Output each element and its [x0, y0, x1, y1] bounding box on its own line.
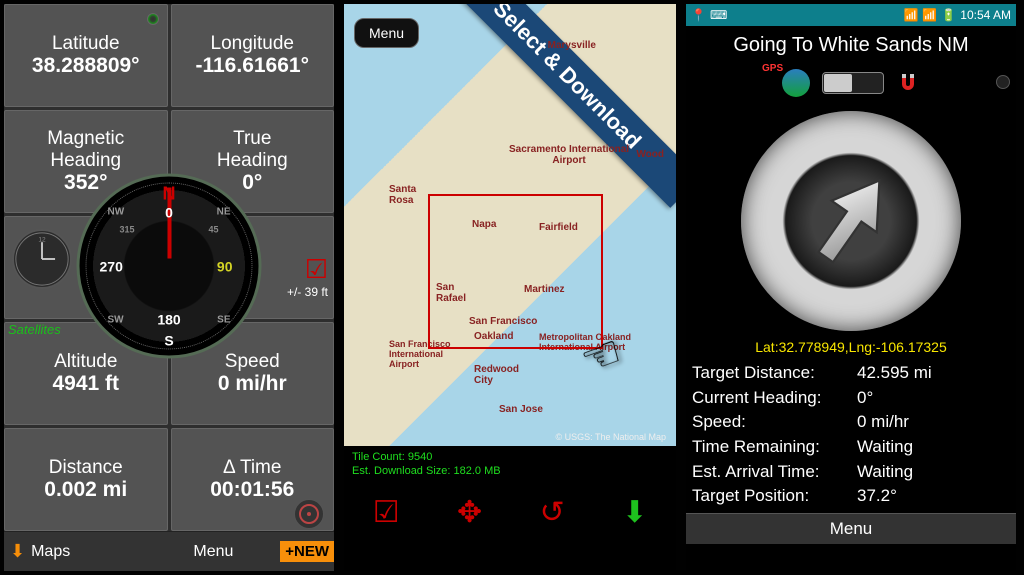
compass-0: 0: [165, 205, 173, 221]
wifi-icon: 📶: [903, 8, 918, 22]
longitude-value: -116.61661°: [195, 54, 309, 78]
steering-wheel-icon[interactable]: [294, 499, 324, 529]
latlng-readout: Lat:32.778949,Lng:-106.17325: [686, 335, 1016, 359]
compass-45: 45: [208, 225, 218, 235]
magnet-icon[interactable]: [896, 71, 920, 95]
led-indicator: [147, 13, 159, 25]
row-time-remaining: Time Remaining:Waiting: [692, 435, 1010, 460]
map-canvas[interactable]: Menu Select & Download Marysville Wood S…: [344, 4, 676, 484]
row-target-distance: Target Distance:42.595 mi: [692, 361, 1010, 386]
row-speed: Speed:0 mi/hr: [692, 410, 1010, 435]
analog-clock-icon[interactable]: 12: [12, 229, 72, 289]
status-time: 10:54 AM: [960, 8, 1011, 22]
compass-180: 180: [157, 312, 180, 328]
nav-stats: Target Distance:42.595 mi Current Headin…: [686, 359, 1016, 513]
download-size: Est. Download Size: 182.0 MB: [352, 464, 668, 478]
signal-icon: 📶: [922, 8, 937, 22]
accuracy-block[interactable]: ☑ +/- 39 ft: [287, 254, 328, 299]
select-download-ribbon: Select & Download: [434, 4, 676, 208]
cell-latitude[interactable]: Latitude 38.288809°: [4, 4, 168, 107]
mode-toggle[interactable]: [822, 72, 884, 94]
status-bar: 📍 ⌨ 📶 📶 🔋 10:54 AM: [686, 4, 1016, 26]
speed-value: 0 mi/hr: [218, 372, 287, 396]
compass-nw: NW: [108, 207, 125, 218]
true-heading-label: True Heading: [217, 128, 288, 172]
city-sanjose: San Jose: [499, 404, 543, 415]
city-santarosa: Santa Rosa: [389, 184, 416, 206]
accuracy-value: +/- 39 ft: [287, 285, 328, 299]
latitude-value: 38.288809°: [32, 54, 140, 78]
svg-text:12: 12: [38, 236, 46, 243]
compass-se: SE: [217, 315, 230, 326]
city-marysville: Marysville: [548, 40, 596, 51]
menu-button[interactable]: Menu: [686, 513, 1016, 544]
direction-compass[interactable]: [741, 111, 961, 331]
led-indicator: [996, 75, 1010, 89]
distance-value: 0.002 mi: [44, 478, 127, 502]
undo-icon[interactable]: ↺: [540, 495, 565, 530]
row-eta: Est. Arrival Time:Waiting: [692, 460, 1010, 485]
menu-button[interactable]: Menu: [354, 18, 419, 48]
dtime-label: Δ Time: [223, 457, 281, 479]
gps-dashboard-screen: Latitude 38.288809° Longitude -116.61661…: [4, 4, 334, 571]
map-download-screen: Menu Select & Download Marysville Wood S…: [344, 4, 676, 571]
maps-button[interactable]: Maps: [31, 543, 147, 561]
globe-icon[interactable]: [782, 69, 810, 97]
cell-longitude[interactable]: Longitude -116.61661°: [171, 4, 335, 107]
select-icon[interactable]: ☑: [373, 495, 400, 530]
compass-ne: NE: [217, 207, 231, 218]
compass-sw: SW: [108, 315, 124, 326]
compass-s: S: [164, 333, 173, 349]
row-current-heading: Current Heading:0°: [692, 386, 1010, 411]
airport-sacramento: Sacramento International Airport: [509, 144, 629, 166]
city-redwood: Redwood City: [474, 364, 519, 386]
navigation-screen: 📍 ⌨ 📶 📶 🔋 10:54 AM Going To White Sands …: [686, 4, 1016, 571]
dtime-value: 00:01:56: [210, 478, 294, 502]
city-woodland: Wood: [636, 149, 664, 160]
cell-distance[interactable]: Distance 0.002 mi: [4, 428, 168, 531]
tile-count: Tile Count: 9540: [352, 450, 668, 464]
altitude-value: 4941 ft: [52, 372, 119, 396]
map-footer: Tile Count: 9540 Est. Download Size: 182…: [344, 446, 676, 484]
selection-box[interactable]: ☜: [428, 194, 603, 349]
mode-icons: GPS: [686, 65, 1016, 101]
gps-label: GPS: [762, 63, 783, 74]
destination-title: Going To White Sands NM: [686, 26, 1016, 65]
longitude-label: Longitude: [211, 33, 294, 55]
move-icon[interactable]: ✥: [457, 495, 482, 530]
menu-button[interactable]: Menu: [147, 543, 281, 561]
compass-n: N: [163, 184, 176, 205]
row-target-position: Target Position:37.2°: [692, 484, 1010, 509]
compass[interactable]: N S 90 270 0 180 NW NE SW SE 315 45: [77, 174, 262, 359]
direction-arrow-icon: [774, 144, 927, 297]
mag-heading-label: Magnetic Heading: [47, 128, 124, 172]
map-attribution: © USGS: The National Map: [555, 432, 666, 442]
accuracy-check-icon: ☑: [287, 254, 328, 285]
compass-315: 315: [120, 225, 135, 235]
compass-270: 270: [100, 258, 123, 274]
battery-icon: 🔋: [941, 8, 956, 22]
download-icon[interactable]: ⬇: [622, 495, 647, 530]
latitude-label: Latitude: [52, 33, 120, 55]
compass-90: 90: [217, 258, 233, 274]
keyboard-icon: ⌨: [710, 8, 727, 22]
new-button[interactable]: +NEW: [280, 541, 334, 562]
distance-label: Distance: [49, 457, 123, 479]
bottom-bar: ⬇ Maps Menu +NEW: [4, 531, 334, 571]
download-arrow-icon[interactable]: ⬇: [4, 541, 31, 562]
toolbar: ☑ ✥ ↺ ⬇: [344, 484, 676, 539]
satellites-label[interactable]: Satellites: [8, 322, 61, 337]
location-icon: 📍: [691, 8, 706, 22]
